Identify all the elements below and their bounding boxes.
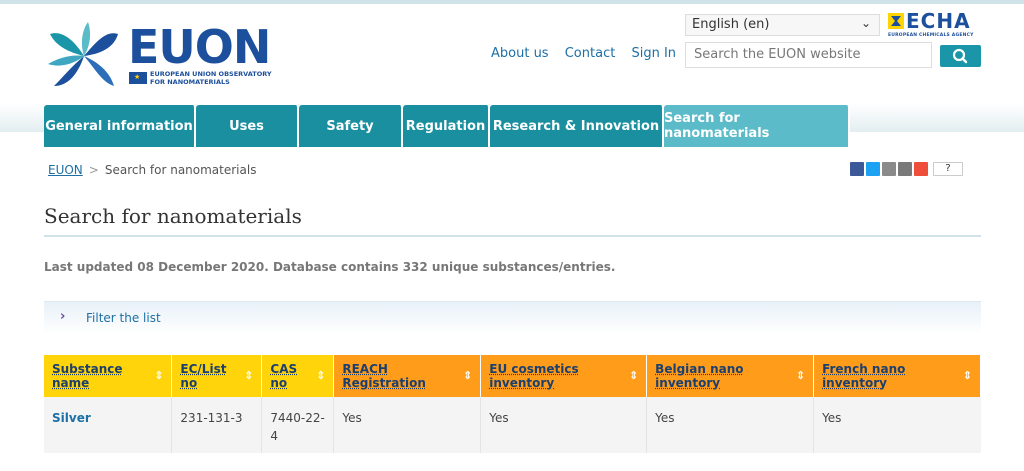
euon-flower-icon xyxy=(48,22,118,86)
cell-substance-name[interactable]: Silver xyxy=(44,397,173,453)
cell-eu-cosmetics-inventory: Yes xyxy=(480,397,648,453)
sort-icon: ⇕ xyxy=(244,369,254,382)
nav-safety[interactable]: Safety xyxy=(299,105,403,147)
share-bar: ? xyxy=(850,162,963,176)
language-value: English (en) xyxy=(692,17,770,32)
nav-uses[interactable]: Uses xyxy=(196,105,299,147)
nav-search-for-nanomaterials[interactable]: Search for nanomaterials xyxy=(664,105,850,147)
col-belgian-nano-inventory-label: Belgian nano inventory xyxy=(655,362,744,390)
email-icon[interactable] xyxy=(898,162,912,176)
table-header-row: Substance name ⇕ EC/List no ⇕ CAS no ⇕ R… xyxy=(44,355,981,397)
nav-general-information[interactable]: General information xyxy=(44,105,196,147)
page-title: Search for nanomaterials xyxy=(44,204,302,228)
twitter-icon[interactable] xyxy=(866,162,880,176)
main-nav: General information Uses Safety Regulati… xyxy=(44,105,850,147)
euon-logo-tagline: EUROPEAN UNION OBSERVATORY FOR NANOMATER… xyxy=(150,70,272,86)
breadcrumb-current: Search for nanomaterials xyxy=(104,163,257,177)
breadcrumb-root-link[interactable]: EUON xyxy=(48,163,83,177)
breadcrumb-separator: > xyxy=(88,163,99,177)
title-divider xyxy=(44,235,981,237)
sort-icon: ⇕ xyxy=(795,369,806,382)
cell-belgian-nano-inventory: Yes xyxy=(646,397,815,453)
col-substance-name[interactable]: Substance name ⇕ xyxy=(44,355,173,397)
col-cas-no[interactable]: CAS no ⇕ xyxy=(261,355,335,397)
cell-reach-registration: Yes xyxy=(333,397,482,453)
eu-flag-icon xyxy=(129,72,147,84)
sort-icon: ⇕ xyxy=(628,369,639,382)
euon-logo[interactable]: EUON EUROPEAN UNION OBSERVATORY FOR NANO… xyxy=(44,20,279,92)
results-table: Substance name ⇕ EC/List no ⇕ CAS no ⇕ R… xyxy=(44,355,981,453)
col-belgian-nano-inventory[interactable]: Belgian nano inventory ⇕ xyxy=(646,355,815,397)
search-input[interactable]: Search the EUON website xyxy=(685,42,932,68)
cell-french-nano-inventory: Yes xyxy=(813,397,981,453)
col-ec-list-no[interactable]: EC/List no ⇕ xyxy=(171,355,263,397)
col-reach-registration[interactable]: REACH Registration ⇕ xyxy=(333,355,482,397)
echa-mark-icon xyxy=(888,13,904,29)
help-button[interactable]: ? xyxy=(933,162,963,176)
cell-cas-no: 7440-22-4 xyxy=(261,397,335,453)
euon-logo-text: EUON xyxy=(128,20,271,74)
chevron-right-icon: › xyxy=(60,309,66,324)
last-updated-text: Last updated 08 December 2020. Database … xyxy=(44,260,616,274)
plus-share-icon[interactable] xyxy=(914,162,928,176)
echa-logo[interactable]: ECHA EUROPEAN CHEMICALS AGENCY xyxy=(888,9,982,40)
col-french-nano-inventory[interactable]: French nano inventory ⇕ xyxy=(813,355,981,397)
print-icon[interactable] xyxy=(882,162,896,176)
col-substance-name-label: Substance name xyxy=(52,362,123,390)
sort-icon: ⇕ xyxy=(316,369,326,382)
language-select[interactable]: English (en) ⌄ xyxy=(685,14,880,36)
echa-logo-text: ECHA xyxy=(906,9,971,33)
facebook-icon[interactable] xyxy=(850,162,864,176)
breadcrumb: EUON > Search for nanomaterials xyxy=(48,163,256,177)
top-links: About us Contact Sign In xyxy=(491,46,688,61)
search-placeholder: Search the EUON website xyxy=(694,47,861,62)
nav-research-innovation[interactable]: Research & Innovation xyxy=(490,105,664,147)
sign-in-link[interactable]: Sign In xyxy=(631,46,676,61)
col-ec-list-no-label: EC/List no xyxy=(180,362,227,390)
about-us-link[interactable]: About us xyxy=(491,46,549,61)
search-icon xyxy=(952,48,968,64)
search-button[interactable] xyxy=(940,45,981,67)
col-french-nano-inventory-label: French nano inventory xyxy=(822,362,906,390)
sort-icon: ⇕ xyxy=(463,369,473,382)
sort-icon: ⇕ xyxy=(154,369,164,382)
chevron-down-icon: ⌄ xyxy=(860,16,871,30)
header-top-line xyxy=(0,0,1024,4)
contact-link[interactable]: Contact xyxy=(565,46,616,61)
col-cas-no-label: CAS no xyxy=(270,362,298,390)
col-eu-cosmetics-inventory-label: EU cosmetics inventory xyxy=(489,362,579,390)
echa-tagline: EUROPEAN CHEMICALS AGENCY xyxy=(888,33,974,38)
filter-toggle[interactable]: › Filter the list xyxy=(44,301,981,334)
cell-ec-list-no: 231-131-3 xyxy=(171,397,263,453)
nav-regulation[interactable]: Regulation xyxy=(403,105,490,147)
filter-label: Filter the list xyxy=(86,311,161,325)
table-row: Silver 231-131-3 7440-22-4 Yes Yes Yes Y… xyxy=(44,397,981,453)
col-eu-cosmetics-inventory[interactable]: EU cosmetics inventory ⇕ xyxy=(480,355,648,397)
col-reach-registration-label: REACH Registration xyxy=(342,362,426,390)
sort-icon: ⇕ xyxy=(962,369,972,382)
